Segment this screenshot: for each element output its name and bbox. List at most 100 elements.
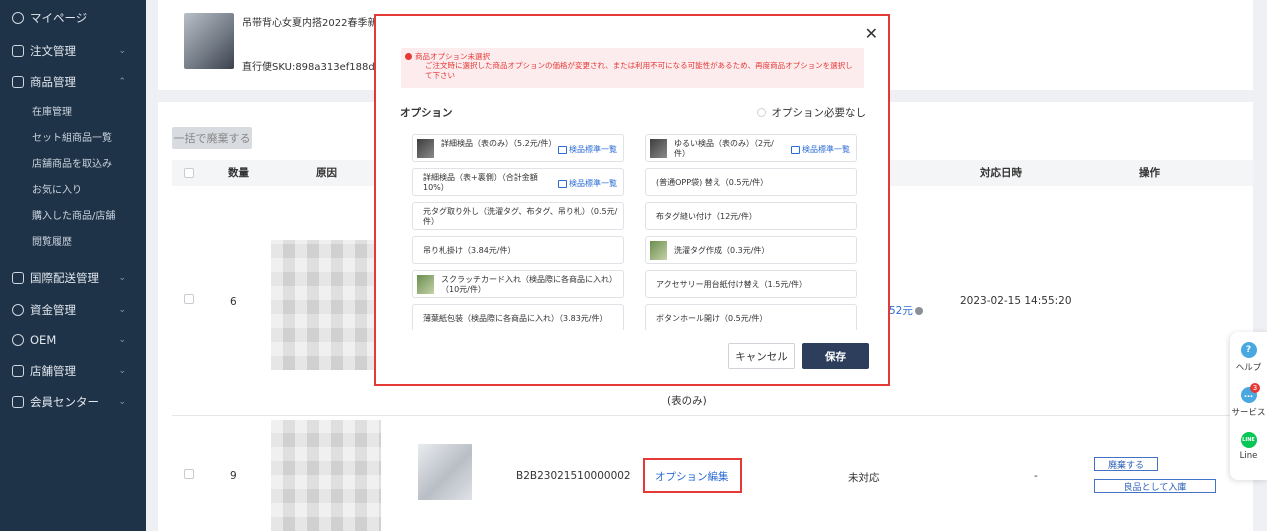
service-button[interactable]: … 3 サービス bbox=[1230, 383, 1267, 418]
sidebar-item-orders[interactable]: 注文管理 ⌄ bbox=[0, 39, 146, 63]
sidebar-item-label: 国際配送管理 bbox=[30, 271, 99, 285]
product-image bbox=[184, 13, 234, 69]
sidebar-subitem-label: 購入した商品/店舗 bbox=[32, 210, 116, 222]
question-icon: ? bbox=[1240, 342, 1257, 358]
chevron-down-icon: ⌄ bbox=[118, 273, 126, 283]
alert-body: ご注文時に選択した商品オプションの価格が変更され、または利用不可になる可能性があ… bbox=[425, 61, 853, 80]
document-icon bbox=[558, 179, 567, 188]
amount-value: 52元 bbox=[889, 303, 923, 318]
option-modal: ✕ 商品オプション未選択 ご注文時に選択した商品オプションの価格が変更され、また… bbox=[374, 14, 890, 386]
link-text: 検品標準一覧 bbox=[569, 179, 617, 188]
chevron-down-icon: ⌄ bbox=[118, 335, 126, 345]
option-item[interactable]: 元タグ取り外し（洗濯タグ、布タグ、吊り札）（0.5元/件） bbox=[412, 202, 624, 230]
line-button[interactable]: LINE Line bbox=[1230, 432, 1267, 461]
sidebar-subitem-purchased[interactable]: 購入した商品/店舗 bbox=[0, 203, 146, 225]
inspection-standard-link[interactable]: 検品標準一覧 bbox=[558, 178, 617, 189]
option-thumbnail bbox=[417, 139, 434, 158]
row-date: 2023-02-15 14:55:20 bbox=[960, 295, 1072, 307]
question-icon[interactable] bbox=[914, 307, 923, 315]
item-photo bbox=[418, 444, 472, 500]
option-text: ゆるい検品（表のみ）（2元/件） bbox=[674, 139, 774, 158]
document-icon bbox=[558, 145, 567, 154]
option-item[interactable]: スクラッチカード入れ（検品際に各商品に入れ）（10元/件） bbox=[412, 270, 624, 298]
option-text: ボタンホール開け（0.5元/件） bbox=[656, 314, 768, 323]
sidebar-subitem-label: 店舗商品を取込み bbox=[32, 158, 112, 170]
chevron-up-icon: ⌃ bbox=[118, 77, 126, 87]
sidebar-subitem-set-products[interactable]: セット組商品一覧 bbox=[0, 125, 146, 147]
row-divider bbox=[172, 415, 1253, 416]
sidebar-subitem-label: 在庫管理 bbox=[32, 106, 72, 118]
sidebar-item-mypage[interactable]: マイページ bbox=[0, 6, 146, 30]
option-item[interactable]: 薄葉紙包装（検品際に各商品に入れ）（3.83元/件） bbox=[412, 304, 624, 330]
sidebar-item-funds[interactable]: 資金管理 ⌄ bbox=[0, 298, 146, 322]
sidebar-item-label: 資金管理 bbox=[30, 303, 76, 317]
status-text: 未対応 bbox=[848, 472, 880, 484]
option-text: 詳細検品（表+裏側）（合計金額 10%） bbox=[423, 173, 538, 192]
bulk-discard-button[interactable]: 一括で廃棄する bbox=[172, 127, 252, 149]
close-icon[interactable]: ✕ bbox=[865, 26, 878, 42]
option-item[interactable]: ボタンホール開け（0.5元/件） bbox=[645, 304, 857, 330]
sidebar-item-shipping[interactable]: 国際配送管理 ⌄ bbox=[0, 266, 146, 290]
link-text: 検品標準一覧 bbox=[569, 145, 617, 154]
option-item[interactable]: 詳細検品（表+裏側）（合計金額 10%） 検品標準一覧 bbox=[412, 168, 624, 196]
option-text: 薄葉紙包装（検品際に各商品に入れ）（3.83元/件） bbox=[423, 314, 608, 323]
line-icon: LINE bbox=[1240, 432, 1257, 448]
option-text: 布タグ縫い付け（12元/件） bbox=[656, 212, 757, 221]
option-text: (普通OPP袋) 替え（0.5元/件） bbox=[656, 178, 769, 187]
blurred-image bbox=[271, 240, 381, 370]
sidebar-subitem-label: お気に入り bbox=[32, 184, 82, 196]
yen-icon bbox=[12, 304, 24, 316]
warning-icon bbox=[405, 53, 412, 60]
sidebar-item-oem[interactable]: OEM ⌄ bbox=[0, 328, 146, 352]
chevron-down-icon: ⌄ bbox=[118, 305, 126, 315]
save-button[interactable]: 保存 bbox=[802, 343, 869, 369]
highlight-outline bbox=[643, 458, 742, 493]
service-label: サービス bbox=[1231, 408, 1266, 418]
option-item[interactable]: アクセサリー用台紙付け替え（1.5元/件） bbox=[645, 270, 857, 298]
blurred-image bbox=[271, 420, 381, 531]
option-item[interactable]: 詳細検品（表のみ）（5.2元/件） 検品標準一覧 bbox=[412, 134, 624, 162]
cancel-button[interactable]: キャンセル bbox=[728, 343, 795, 369]
header-actions: 操作 bbox=[1139, 167, 1160, 179]
row-checkbox[interactable] bbox=[184, 469, 194, 479]
line-label: Line bbox=[1239, 451, 1258, 461]
option-thumbnail bbox=[417, 275, 434, 294]
help-label: ヘルプ bbox=[1235, 363, 1262, 373]
sidebar-item-products[interactable]: 商品管理 ⌃ bbox=[0, 70, 146, 94]
option-item[interactable]: 洗濯タグ作成（0.3元/件） bbox=[645, 236, 857, 264]
sidebar-subitem-import[interactable]: 店舗商品を取込み bbox=[0, 151, 146, 173]
sidebar-item-label: OEM bbox=[30, 333, 57, 347]
row-checkbox[interactable] bbox=[184, 294, 194, 304]
discard-button[interactable]: 廃棄する bbox=[1094, 457, 1158, 471]
sidebar-subitem-favorites[interactable]: お気に入り bbox=[0, 177, 146, 199]
sidebar-item-member[interactable]: 会員センター ⌄ bbox=[0, 390, 146, 414]
inspection-standard-link[interactable]: 検品標準一覧 bbox=[558, 144, 617, 155]
star-icon bbox=[12, 396, 24, 408]
option-item[interactable]: 吊り札掛け（3.84元/件） bbox=[412, 236, 624, 264]
option-item[interactable]: 布タグ縫い付け（12元/件） bbox=[645, 202, 857, 230]
option-thumbnail bbox=[650, 241, 667, 260]
sidebar-item-stores[interactable]: 店舗管理 ⌄ bbox=[0, 359, 146, 383]
row-qty: 9 bbox=[230, 470, 237, 482]
sidebar-subitem-history[interactable]: 閲覧履歴 bbox=[0, 229, 146, 251]
floating-support-panel: ? ヘルプ … 3 サービス LINE Line bbox=[1230, 332, 1267, 480]
option-text: 元タグ取り外し（洗濯タグ、布タグ、吊り札）（0.5元/件） bbox=[423, 207, 618, 226]
select-all-checkbox[interactable] bbox=[184, 168, 194, 178]
sidebar-item-label: 会員センター bbox=[30, 395, 99, 409]
amount-text: 52元 bbox=[889, 305, 913, 317]
option-text: 洗濯タグ作成（0.3元/件） bbox=[674, 246, 770, 255]
sidebar-item-label: マイページ bbox=[30, 11, 88, 25]
radio-icon[interactable] bbox=[756, 108, 766, 117]
option-text: アクセサリー用台紙付け替え（1.5元/件） bbox=[656, 280, 808, 289]
stock-in-button[interactable]: 良品として入庫 bbox=[1094, 479, 1216, 493]
order-number: B2B23021510000002 bbox=[516, 470, 631, 482]
inspection-standard-link[interactable]: 検品標準一覧 bbox=[791, 144, 850, 155]
sidebar-subitem-inventory[interactable]: 在庫管理 bbox=[0, 99, 146, 121]
option-thumbnail bbox=[650, 139, 667, 158]
help-button[interactable]: ? ヘルプ bbox=[1230, 342, 1267, 373]
no-option-radio[interactable]: オプション必要なし bbox=[756, 105, 866, 120]
row-qty: 6 bbox=[230, 296, 237, 308]
option-item[interactable]: ゆるい検品（表のみ）（2元/件） 検品標準一覧 bbox=[645, 134, 857, 162]
header-reason: 原因 bbox=[316, 167, 337, 179]
option-item[interactable]: (普通OPP袋) 替え（0.5元/件） bbox=[645, 168, 857, 196]
